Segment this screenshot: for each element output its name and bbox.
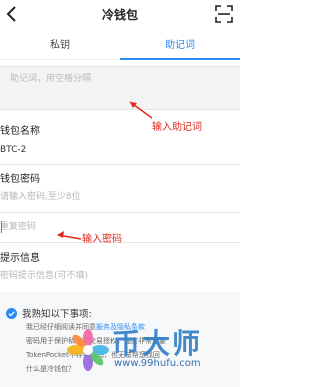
watermark-brand: 币大师 xyxy=(112,327,203,360)
text-cursor xyxy=(1,221,2,233)
wallet-name-input[interactable] xyxy=(0,142,200,158)
tab-private-key[interactable]: 私钥 xyxy=(0,32,120,60)
page-title: 冷钱包 xyxy=(101,8,138,22)
hint-label: 提示信息 xyxy=(0,253,40,264)
agreement-title: 我熟知以下事项: xyxy=(22,309,92,320)
password-input[interactable] xyxy=(0,189,200,205)
header-bar: 冷钱包 xyxy=(0,0,240,30)
wallet-password-label: 钱包密码 xyxy=(0,174,40,185)
watermark-logo-icon xyxy=(67,329,109,371)
annotation-arrow-icon xyxy=(57,231,82,240)
tab-mnemonic[interactable]: 助记词 xyxy=(120,32,240,60)
divider xyxy=(0,164,240,165)
active-tab-indicator xyxy=(120,58,240,60)
scan-icon[interactable] xyxy=(215,5,233,23)
watermark-url: www.99hufu.com xyxy=(114,358,201,369)
annotation-password: 输入密码 xyxy=(82,234,122,245)
mnemonic-input-area xyxy=(0,66,240,110)
divider xyxy=(0,212,240,213)
checkbox-checked-icon[interactable] xyxy=(6,308,17,319)
import-tabs: 私钥 助记词 xyxy=(0,32,240,60)
hint-input[interactable] xyxy=(0,268,200,284)
annotation-mnemonic: 输入助记词 xyxy=(152,122,202,133)
wallet-name-label: 钱包名称 xyxy=(0,126,40,137)
mnemonic-input[interactable] xyxy=(10,71,230,105)
